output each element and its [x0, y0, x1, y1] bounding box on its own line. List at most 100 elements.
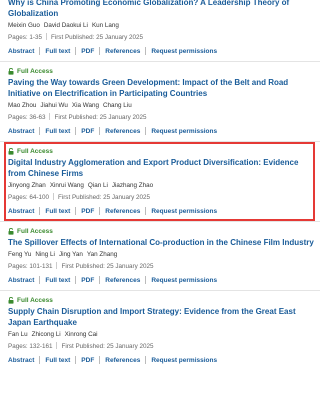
pdf-link[interactable]: PDF: [81, 208, 94, 215]
published-label: First Published:: [54, 114, 98, 121]
access-label: Full Access: [17, 296, 53, 304]
article-item: Why is China Promoting Economic Globaliz…: [0, 0, 320, 57]
article-item: Full Access Paving the Way towards Green …: [0, 66, 320, 137]
article-authors: Fan Lu Zhicong Li Xinrong Cai: [8, 330, 314, 340]
article-item: Full Access Supply Chain Disruption and I…: [0, 295, 320, 366]
action-separator: [99, 207, 101, 215]
article-title-link[interactable]: The Spillover Effects of International C…: [8, 237, 314, 248]
article-actions: Abstract Full text PDF References Request pe…: [8, 354, 314, 366]
meta-separator: [56, 342, 58, 349]
action-separator: [75, 127, 77, 135]
pages-label: Pages:: [8, 194, 28, 201]
article-divider: [0, 141, 320, 142]
article-authors: Feng Yu Ning Li Jing Yan Yan Zhang: [8, 250, 314, 260]
article-meta: Pages: 132-161 First Published: 25 Januar…: [8, 342, 314, 352]
abstract-link[interactable]: Abstract: [8, 128, 34, 135]
author-link[interactable]: Xinrui Wang: [50, 182, 84, 189]
abstract-link[interactable]: Abstract: [8, 277, 34, 284]
pages-label: Pages:: [8, 263, 28, 270]
author-link[interactable]: Mao Zhou: [8, 102, 36, 109]
author-link[interactable]: Xia Wang: [72, 102, 99, 109]
full-text-link[interactable]: Full text: [45, 128, 70, 135]
open-lock-icon: [8, 227, 14, 235]
action-separator: [145, 356, 147, 364]
article-item: Full Access Digital Industry Agglomeratio…: [0, 146, 320, 217]
author-link[interactable]: Kun Lang: [92, 22, 119, 29]
article-meta: Pages: 101-131 First Published: 25 Januar…: [8, 262, 314, 272]
article-title-link[interactable]: Paving the Way towards Green Development…: [8, 77, 314, 99]
author-link[interactable]: Chang Liu: [103, 102, 132, 109]
action-separator: [99, 47, 101, 55]
abstract-link[interactable]: Abstract: [8, 208, 34, 215]
references-link[interactable]: References: [105, 208, 140, 215]
request-permissions-link[interactable]: Request permissions: [151, 48, 217, 55]
references-link[interactable]: References: [105, 277, 140, 284]
author-link[interactable]: Jinyong Zhan: [8, 182, 46, 189]
full-text-link[interactable]: Full text: [45, 208, 70, 215]
article-title-link[interactable]: Supply Chain Disruption and Import Strat…: [8, 306, 314, 328]
article-authors: Meixin Guo David Daokui Li Kun Lang: [8, 21, 314, 31]
action-separator: [39, 276, 41, 284]
access-label: Full Access: [17, 67, 53, 75]
references-link[interactable]: References: [105, 128, 140, 135]
request-permissions-link[interactable]: Request permissions: [151, 277, 217, 284]
article-actions: Abstract Full text PDF References Request pe…: [8, 274, 314, 286]
author-link[interactable]: Zhicong Li: [32, 331, 61, 338]
access-label: Full Access: [17, 227, 53, 235]
article-item: Full Access The Spillover Effects of Inte…: [0, 226, 320, 286]
meta-separator: [56, 262, 58, 269]
full-access-badge: Full Access: [8, 295, 314, 305]
author-link[interactable]: Ning Li: [35, 251, 55, 258]
full-text-link[interactable]: Full text: [45, 357, 70, 364]
action-separator: [145, 207, 147, 215]
action-separator: [145, 47, 147, 55]
author-link[interactable]: Yan Zhang: [87, 251, 117, 258]
abstract-link[interactable]: Abstract: [8, 48, 34, 55]
full-text-link[interactable]: Full text: [45, 48, 70, 55]
author-link[interactable]: Meixin Guo: [8, 22, 40, 29]
pages-value: 64-100: [29, 194, 49, 201]
action-separator: [75, 276, 77, 284]
article-actions: Abstract Full text PDF References Request pe…: [8, 125, 314, 137]
action-separator: [39, 356, 41, 364]
author-link[interactable]: Qian Li: [88, 182, 108, 189]
action-separator: [145, 276, 147, 284]
article-meta: Pages: 1-35 First Published: 25 January 2…: [8, 33, 314, 43]
author-link[interactable]: Jing Yan: [59, 251, 83, 258]
abstract-link[interactable]: Abstract: [8, 357, 34, 364]
references-link[interactable]: References: [105, 48, 140, 55]
full-text-link[interactable]: Full text: [45, 277, 70, 284]
pdf-link[interactable]: PDF: [81, 48, 94, 55]
access-label: Full Access: [17, 147, 53, 155]
author-link[interactable]: Fan Lu: [8, 331, 28, 338]
request-permissions-link[interactable]: Request permissions: [151, 128, 217, 135]
article-actions: Abstract Full text PDF References Request pe…: [8, 45, 314, 57]
article-meta: Pages: 36-63 First Published: 25 January …: [8, 113, 314, 123]
meta-separator: [52, 193, 54, 200]
author-link[interactable]: Feng Yu: [8, 251, 31, 258]
full-access-badge: Full Access: [8, 226, 314, 236]
pages-value: 1-35: [29, 34, 42, 41]
open-lock-icon: [8, 147, 14, 155]
request-permissions-link[interactable]: Request permissions: [151, 357, 217, 364]
request-permissions-link[interactable]: Request permissions: [151, 208, 217, 215]
author-link[interactable]: Xinrong Cai: [65, 331, 98, 338]
article-list: Why is China Promoting Economic Globaliz…: [0, 0, 320, 409]
pdf-link[interactable]: PDF: [81, 277, 94, 284]
references-link[interactable]: References: [105, 357, 140, 364]
author-link[interactable]: Jiazhang Zhao: [112, 182, 153, 189]
pages-label: Pages:: [8, 343, 28, 350]
published-date: 25 January 2025: [106, 343, 154, 350]
article-meta: Pages: 64-100 First Published: 25 January…: [8, 193, 314, 203]
article-title-link[interactable]: Digital Industry Agglomeration and Expor…: [8, 157, 314, 179]
published-label: First Published:: [61, 263, 105, 270]
pages-value: 101-131: [29, 263, 53, 270]
article-title-link[interactable]: Why is China Promoting Economic Globaliz…: [8, 0, 314, 19]
action-separator: [75, 207, 77, 215]
author-link[interactable]: David Daokui Li: [44, 22, 88, 29]
author-link[interactable]: Jiahui Wu: [40, 102, 68, 109]
pdf-link[interactable]: PDF: [81, 128, 94, 135]
article-divider: [0, 290, 320, 291]
action-separator: [99, 127, 101, 135]
pdf-link[interactable]: PDF: [81, 357, 94, 364]
